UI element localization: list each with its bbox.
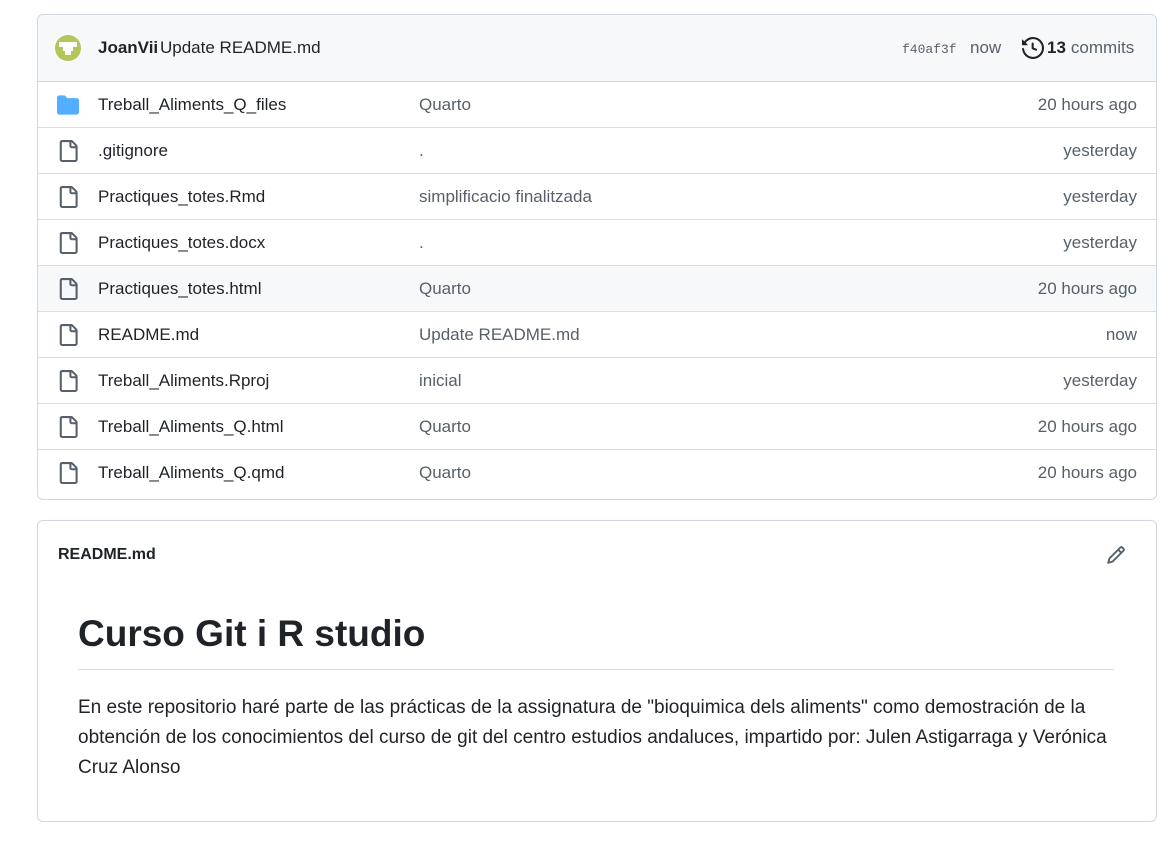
file-name[interactable]: Treball_Aliments_Q.qmd (98, 463, 284, 483)
file-icon (59, 278, 78, 300)
file-commit-message[interactable]: . (419, 141, 424, 161)
file-commit-message[interactable]: . (419, 233, 424, 253)
file-name[interactable]: Practiques_totes.docx (98, 233, 265, 253)
file-row[interactable]: Treball_Aliments.Rproj inicial yesterday (38, 358, 1156, 404)
file-icon (59, 416, 78, 438)
commit-time: now (970, 38, 1002, 57)
file-commit-date: yesterday (1063, 140, 1137, 160)
file-name[interactable]: Treball_Aliments.Rproj (98, 371, 269, 391)
file-browser: JoanVii Update README.md f40af3f now 13 … (37, 14, 1157, 500)
file-icon (59, 140, 78, 162)
file-icon (59, 186, 78, 208)
commit-count: 13 (1047, 38, 1066, 57)
file-row[interactable]: .gitignore. yesterday (38, 128, 1156, 174)
file-icon (59, 232, 78, 254)
file-commit-message[interactable]: Quarto (419, 279, 471, 299)
file-icon (59, 462, 78, 484)
folder-icon (57, 95, 79, 115)
file-name[interactable]: Practiques_totes.Rmd (98, 187, 265, 207)
readme-heading: Curso Git i R studio (78, 611, 1114, 670)
file-commit-message[interactable]: Quarto (419, 95, 471, 115)
file-row[interactable]: Treball_Aliments_Q.html Quarto 20 hours ag… (38, 404, 1156, 450)
file-commit-message[interactable]: Quarto (419, 417, 471, 437)
file-row[interactable]: Practiques_totes.Rmd simplificacio finali… (38, 174, 1156, 220)
file-commit-date: yesterday (1063, 232, 1137, 252)
file-commit-message[interactable]: Quarto (419, 463, 471, 483)
file-name[interactable]: Treball_Aliments_Q_files (98, 95, 286, 115)
pencil-icon[interactable] (1106, 545, 1126, 565)
readme-body: En este repositorio haré parte de las pr… (78, 697, 1107, 778)
file-commit-message[interactable]: simplificacio finalitzada (419, 187, 592, 207)
commit-sha[interactable]: f40af3f (902, 42, 957, 57)
file-name[interactable]: README.md (98, 325, 199, 345)
commit-count-label: commits (1070, 38, 1135, 57)
file-commit-date: yesterday (1063, 370, 1137, 390)
readme-panel: README.md Curso Git i R studio En este r… (37, 520, 1157, 822)
commit-author[interactable]: JoanVii (98, 38, 158, 58)
file-list: Treball_Aliments_Q_files Quarto 20 hours a… (38, 82, 1156, 496)
file-name[interactable]: Treball_Aliments_Q.html (98, 417, 284, 437)
file-commit-date: 20 hours ago (1037, 416, 1137, 436)
history-icon (1022, 37, 1044, 59)
file-commit-message[interactable]: Update README.md (419, 325, 580, 345)
file-icon (59, 370, 78, 392)
file-commit-date: yesterday (1063, 186, 1137, 206)
latest-commit-bar: JoanVii Update README.md f40af3f now 13 … (38, 15, 1156, 82)
commit-message[interactable]: Update README.md (160, 38, 321, 58)
file-row[interactable]: README.md Update README.md now (38, 312, 1156, 358)
file-row[interactable]: Treball_Aliments_Q.qmd Quarto 20 hours ago (38, 450, 1156, 496)
file-row[interactable]: Treball_Aliments_Q_files Quarto 20 hours a… (38, 82, 1156, 128)
file-commit-date: 20 hours ago (1037, 463, 1137, 482)
file-row[interactable]: Practiques_totes.docx. yesterday (38, 220, 1156, 266)
file-icon (59, 324, 78, 346)
file-commit-date: 20 hours ago (1037, 278, 1137, 298)
commit-history-link[interactable]: 13 commits (1022, 37, 1134, 59)
file-row[interactable]: Practiques_totes.html Quarto 20 hours ago (38, 266, 1156, 312)
avatar-identicon-icon (55, 35, 81, 61)
file-name[interactable]: Practiques_totes.html (98, 279, 261, 299)
file-commit-date: 20 hours ago (1037, 94, 1137, 114)
avatar[interactable] (55, 35, 81, 61)
file-name[interactable]: .gitignore (98, 141, 168, 161)
file-commit-date: now (1105, 324, 1137, 344)
file-commit-message[interactable]: inicial (419, 371, 462, 391)
readme-title[interactable]: README.md (58, 546, 156, 564)
